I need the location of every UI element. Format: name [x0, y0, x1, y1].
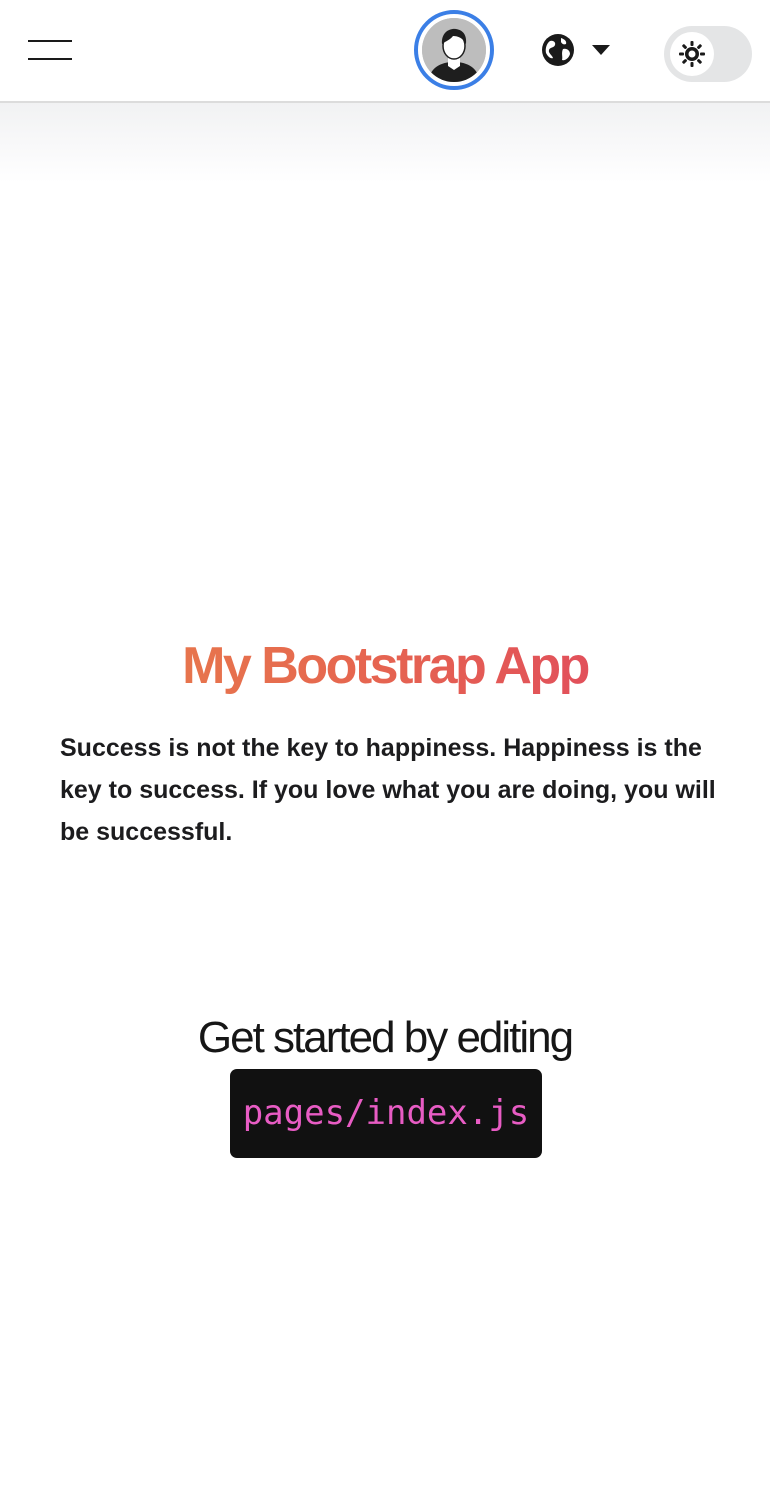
top-navbar: [0, 0, 770, 103]
hamburger-line-bottom: [28, 58, 72, 60]
navbar-shadow: [0, 103, 770, 183]
get-started-text: Get started by editing: [197, 1013, 574, 1062]
language-dropdown[interactable]: [540, 32, 616, 68]
code-path: pages/index.js: [242, 1093, 530, 1133]
user-avatar-button[interactable]: [414, 10, 494, 90]
hamburger-menu-icon[interactable]: [28, 38, 72, 62]
code-snippet: pages/index.js: [230, 1069, 542, 1158]
globe-icon: [542, 34, 574, 66]
caret-down-icon: [592, 45, 610, 55]
page-title: My Bootstrap App: [0, 636, 770, 696]
page: My Bootstrap App Success is not the key …: [0, 0, 770, 1510]
theme-toggle-switch[interactable]: [664, 26, 752, 82]
hero-quote: Success is not the key to happiness. Hap…: [60, 734, 716, 846]
hamburger-line-top: [28, 40, 72, 42]
user-avatar-icon: [422, 18, 486, 82]
theme-toggle-knob: [670, 32, 714, 76]
sun-icon: [679, 41, 705, 67]
